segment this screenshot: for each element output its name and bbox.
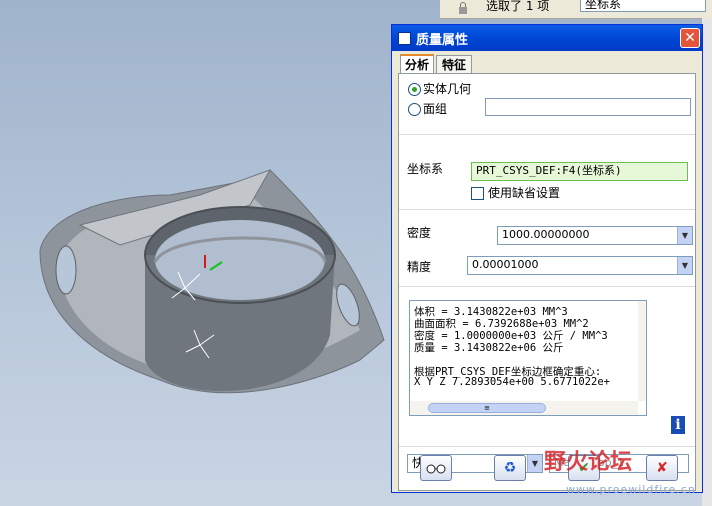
result-line: 质量 = 3.1430822e+06 公斤 [414, 342, 564, 354]
recycle-icon: ♻ [503, 460, 517, 476]
quilt-radio[interactable] [408, 103, 421, 116]
horizontal-scrollbar[interactable]: ≡ [410, 401, 638, 415]
selection-filter-dropdown[interactable]: 坐标系 [580, 0, 706, 12]
site-watermark: 野火论坛 [544, 450, 633, 475]
accuracy-label: 精度 [407, 260, 432, 274]
side-panel-edge [702, 18, 712, 506]
accuracy-input[interactable]: 0.00001000 ▼ [467, 256, 693, 275]
csys-label: 坐标系 [407, 162, 444, 176]
chevron-down-icon[interactable]: ▼ [527, 455, 542, 472]
use-default-checkbox[interactable] [471, 187, 484, 200]
close-button[interactable]: ✕ [680, 28, 700, 48]
divider [399, 286, 695, 287]
csys-field[interactable]: PRT_CSYS_DEF:F4(坐标系) [471, 162, 688, 181]
dialog-titlebar[interactable]: 质量属性 ✕ [392, 25, 702, 51]
results-textbox[interactable]: 体积 = 3.1430822e+03 MM^3 曲面面积 = 6.7392688… [409, 300, 647, 416]
info-icon[interactable]: i [671, 416, 685, 434]
chevron-down-icon[interactable]: ▼ [677, 227, 692, 244]
use-default-label: 使用缺省设置 [488, 186, 561, 200]
analysis-panel: 实体几何 面组 坐标系 PRT_CSYS_DEF:F4(坐标系) 使用缺省设置 … [398, 73, 696, 491]
accuracy-value: 0.00001000 [472, 258, 539, 271]
density-input[interactable]: 1000.00000000 ▼ [497, 226, 693, 245]
vertical-scrollbar[interactable] [638, 301, 646, 401]
solid-geometry-label: 实体几何 [423, 82, 472, 96]
scroll-thumb[interactable]: ≡ [428, 403, 546, 413]
divider [399, 134, 695, 135]
result-line: X Y Z 7.2893054e+00 5.6771022e+ [414, 376, 610, 388]
cancel-button[interactable]: ✘ [646, 455, 678, 481]
solid-geometry-radio[interactable] [408, 83, 421, 96]
preview-button[interactable] [420, 455, 452, 481]
mass-properties-dialog: 质量属性 ✕ 分析 特征 实体几何 面组 坐标系 PRT_CSYS_DEF:F4… [391, 24, 703, 493]
density-value: 1000.00000000 [502, 228, 590, 241]
chevron-down-icon[interactable]: ▼ [677, 257, 692, 274]
site-watermark-url: www.proewildfire.cn [566, 483, 696, 496]
density-label: 密度 [407, 226, 432, 240]
dialog-title: 质量属性 [416, 33, 469, 48]
close-icon: ✕ [684, 30, 696, 46]
tab-analysis[interactable]: 分析 [400, 54, 434, 74]
quilt-input[interactable] [485, 98, 691, 116]
quilt-label: 面组 [423, 102, 448, 116]
lock-icon [459, 2, 467, 14]
selection-count-text: 选取了 1 项 [486, 0, 550, 13]
x-icon: ✘ [656, 460, 668, 476]
selection-status-bar: 选取了 1 项 坐标系 [440, 0, 712, 19]
repeat-button[interactable]: ♻ [494, 455, 526, 481]
window-icon [398, 32, 411, 45]
divider [399, 209, 695, 210]
tab-feature[interactable]: 特征 [436, 55, 472, 73]
glasses-icon [426, 464, 446, 474]
